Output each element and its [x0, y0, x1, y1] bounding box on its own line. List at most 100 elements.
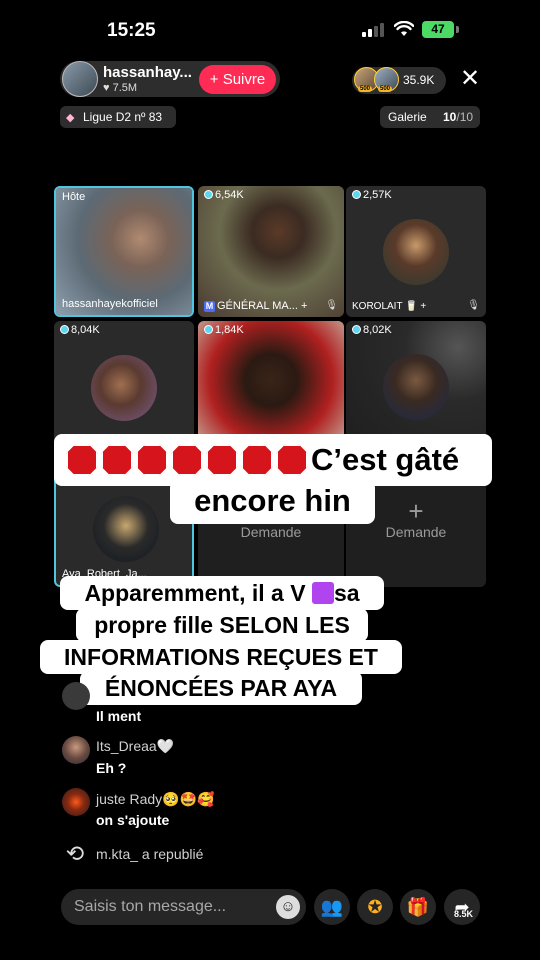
- gift-icon: 🎁: [406, 897, 430, 917]
- people-icon: 👥: [320, 897, 344, 917]
- comment-avatar[interactable]: [62, 682, 90, 710]
- guests-button[interactable]: 👥: [314, 889, 350, 925]
- host-likes: ♥ 7.5M: [103, 82, 138, 94]
- comment-text: Il ment: [96, 708, 142, 724]
- guest-score: 8,02K: [352, 324, 392, 336]
- guest-score: 6,54K: [204, 189, 244, 201]
- gallery-count: 10/10: [443, 110, 473, 124]
- stop-sign-icon: [241, 444, 273, 476]
- guest-score: 2,57K: [352, 189, 392, 201]
- viewer-count: 35.9K: [403, 73, 435, 87]
- caption-line-6: ÉNONCÉES PAR AYA: [80, 671, 362, 705]
- guest-tile-host[interactable]: Hôte hassanhayekofficiel: [54, 186, 194, 317]
- add-icon[interactable]: +: [301, 300, 307, 312]
- host-likes-count: 7.5M: [112, 82, 138, 94]
- score-dot-icon: [204, 190, 213, 199]
- coin-icon: ✪: [367, 897, 383, 917]
- share-button[interactable]: ➦: [444, 889, 480, 925]
- comment-avatar[interactable]: [62, 736, 90, 764]
- guest-score-value: 6,54K: [215, 189, 244, 201]
- guest-video: [198, 321, 344, 452]
- guest-name: GÉNÉRAL MA...: [217, 300, 298, 312]
- status-bar: 15:25 47: [0, 0, 540, 56]
- diamond-icon: ◆: [66, 112, 75, 124]
- guest-avatar: [383, 354, 449, 420]
- clock: 15:25: [107, 20, 156, 41]
- stop-sign-icon: [136, 444, 168, 476]
- guest-tile[interactable]: 8,04K: [54, 321, 194, 452]
- host-video: [56, 188, 192, 315]
- league-badge[interactable]: ◆ Ligue D2 nº 83: [60, 106, 176, 128]
- score-dot-icon: [204, 325, 213, 334]
- battery-icon: 47: [422, 21, 454, 38]
- mic-muted-icon: 🎙︎: [325, 300, 338, 311]
- league-label: Ligue D2 nº 83: [83, 110, 163, 124]
- gallery-badge[interactable]: Galerie 10/10: [380, 106, 480, 128]
- guest-tile[interactable]: 1,84K: [198, 321, 344, 452]
- follow-label: Suivre: [222, 71, 266, 88]
- close-icon[interactable]: ✕: [457, 66, 483, 92]
- mic-muted-icon: 🎙︎: [467, 300, 480, 311]
- cellular-signal-icon: [362, 22, 386, 37]
- stop-sign-icon: [206, 444, 238, 476]
- guest-name: hassanhayekofficiel: [62, 298, 158, 310]
- wifi-icon: [394, 21, 414, 36]
- request-label: Demande: [240, 524, 302, 540]
- caption-line-5: INFORMATIONS REÇUES ET: [40, 640, 402, 674]
- caption-line-4: propre fille SELON LES: [76, 608, 368, 642]
- comment-username[interactable]: juste Rady🥺🤩🥰: [96, 791, 214, 808]
- gallery-current: 10: [443, 110, 457, 124]
- viewer-badge: 500: [378, 86, 393, 92]
- stop-sign-icon: [66, 444, 98, 476]
- score-dot-icon: [60, 325, 69, 334]
- purple-square-icon: [311, 582, 334, 604]
- host-name[interactable]: hassanhay...: [103, 64, 192, 81]
- gallery-total: /10: [456, 110, 474, 124]
- guest-avatar: [383, 219, 449, 285]
- stop-sign-icon: [276, 444, 308, 476]
- comment-avatar[interactable]: [62, 788, 90, 816]
- guest-score-value: 8,04K: [71, 324, 100, 336]
- viewer-badge: 500: [358, 86, 373, 92]
- host-avatar[interactable]: [62, 61, 98, 97]
- stop-sign-icon: [101, 444, 133, 476]
- follow-button[interactable]: + Suivre: [199, 65, 276, 94]
- comment-username[interactable]: Its_Dreaa🤍: [96, 738, 174, 755]
- score-dot-icon: [352, 325, 361, 334]
- guest-score: 8,04K: [60, 324, 100, 336]
- guest-tile[interactable]: 2,57K KOROLAIT 🥛 + 🎙︎: [346, 186, 486, 317]
- caption-line-1: C’est gâté: [54, 434, 492, 486]
- caption-line-3: Apparemment, il a V sa: [60, 576, 384, 610]
- guest-avatar: [93, 496, 159, 562]
- top-viewer-avatar[interactable]: 500: [374, 67, 399, 92]
- message-input[interactable]: [61, 889, 306, 925]
- score-dot-icon: [352, 190, 361, 199]
- caption-text: C’est gâté: [311, 442, 460, 477]
- guest-tile[interactable]: 8,02K: [346, 321, 486, 452]
- repost-notice: m.kta_ a republié: [96, 846, 204, 862]
- share-count: 8.5K: [454, 909, 474, 919]
- caption-line-2: encore hin: [170, 480, 375, 524]
- gallery-label: Galerie: [388, 110, 427, 124]
- repost-icon: ⟲: [65, 841, 85, 866]
- guest-score-value: 8,02K: [363, 324, 392, 336]
- guest-avatar: [91, 355, 157, 421]
- gift-button[interactable]: 🎁: [400, 889, 436, 925]
- guest-score: 1,84K: [204, 324, 244, 336]
- guest-name: KOROLAIT 🥛: [352, 301, 418, 312]
- guest-name-row: M GÉNÉRAL MA... +: [204, 300, 307, 312]
- request-label: Demande: [385, 524, 447, 540]
- stop-sign-icon: [171, 444, 203, 476]
- guest-name-row: KOROLAIT 🥛 +: [352, 301, 426, 312]
- comment-text: Eh ?: [96, 760, 127, 776]
- effects-button[interactable]: ✪: [357, 889, 393, 925]
- host-tag: Hôte: [62, 191, 86, 203]
- emoji-icon[interactable]: ☺: [276, 895, 300, 919]
- caption-text: sa: [333, 580, 360, 606]
- comment-text: on s'ajoute: [96, 812, 170, 828]
- battery-tip: [456, 26, 459, 33]
- add-icon[interactable]: +: [420, 301, 426, 312]
- guest-video: [198, 186, 344, 317]
- moderator-badge: M: [204, 301, 215, 312]
- guest-tile[interactable]: 6,54K M GÉNÉRAL MA... + 🎙︎: [198, 186, 344, 317]
